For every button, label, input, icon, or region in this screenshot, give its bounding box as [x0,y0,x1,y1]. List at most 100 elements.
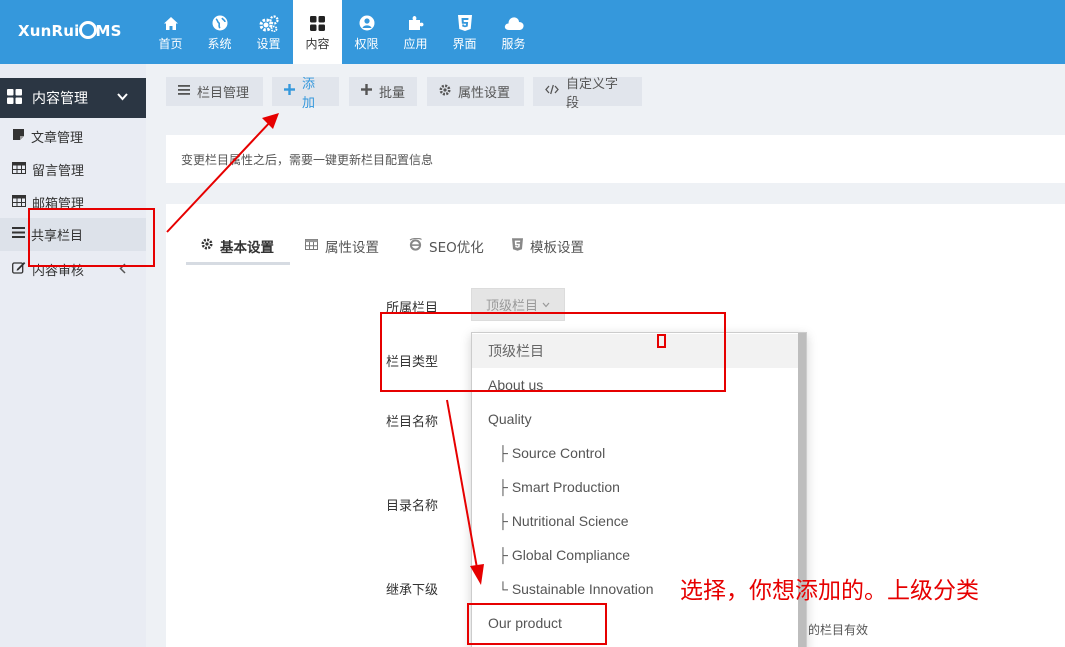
chevron-down-icon [117,90,128,105]
sidebar-item-label: 共享栏目 [31,229,84,244]
option-label: Quality [488,411,532,427]
category-type-label: 栏目类型 [386,355,439,370]
tab-template-settings[interactable]: 模板设置 [512,226,584,266]
category-name-label: 栏目名称 [386,415,439,430]
nav-label: 设置 [256,37,281,51]
tree-prefix: ├ [498,479,512,495]
option-label: Source Control [511,445,606,461]
sidebar-section-content-manage[interactable]: 内容管理 [0,78,146,118]
dropdown-option[interactable]: Quality [472,402,800,436]
annotation-text: 选择，你想添加的。上级分类 [680,578,979,604]
puzzle-icon [391,13,440,33]
notice-text: 变更栏目属性之后，需要一键更新栏目配置信息 [181,152,434,167]
sidebar-item-label: 留言管理 [32,164,85,179]
grid-icon [7,89,22,107]
table-icon [305,238,318,254]
nav-label: 系统 [207,37,232,51]
button-label: 批量 [379,86,406,101]
option-label: Smart Production [511,479,620,495]
tab-label: 基本设置 [220,240,274,256]
chevron-left-icon [119,263,126,278]
user-icon [342,13,391,33]
dropdown-option[interactable]: ├ Source Control [472,436,800,470]
custom-fields-button[interactable]: 自定义字段 [533,77,642,111]
tree-prefix: ├ [498,445,512,461]
tree-prefix: ├ [498,547,512,563]
dropdown-option[interactable]: 顶级栏目 [472,334,800,368]
top-nav-bar: XunRui MS 首页 系统 设置 内容 权限 应用 界面 服务 [0,0,1065,64]
nav-item-content[interactable]: 内容 [293,0,342,64]
sidebar-item-articles[interactable]: 文章管理 [0,120,146,153]
html5-icon [512,237,523,255]
nav-label: 内容 [305,37,330,51]
globe-icon [195,13,244,33]
parent-category-select[interactable]: 顶级栏目 [471,288,565,321]
tab-label: 属性设置 [325,240,379,256]
active-tab-indicator [186,262,290,265]
nav-item-permissions[interactable]: 权限 [342,0,391,64]
sidebar-item-label: 文章管理 [31,131,84,146]
select-value: 顶级栏目 [485,299,538,314]
plus-icon [361,84,372,99]
option-label: Nutritional Science [511,513,629,529]
list-icon [178,84,190,99]
cogs-icon [244,13,293,33]
category-manage-button[interactable]: 栏目管理 [166,77,263,106]
tab-attribute-settings[interactable]: 属性设置 [305,226,379,266]
inherit-children-label: 继承下级 [386,583,439,598]
dropdown-option[interactable]: About us [472,368,800,402]
nav-label: 权限 [354,37,379,51]
tree-prefix: ├ [498,513,512,529]
dropdown-option[interactable]: Our product [472,606,800,640]
nav-item-apps[interactable]: 应用 [391,0,440,64]
nav-item-interface[interactable]: 界面 [440,0,489,64]
option-label: Global Compliance [511,547,631,563]
edit-icon [12,261,26,278]
nav-item-settings[interactable]: 设置 [244,0,293,64]
cloud-icon [489,13,538,33]
home-icon [146,13,195,33]
dropdown-option[interactable]: ├ Nutritional Science [472,504,800,538]
nav-item-home[interactable]: 首页 [146,0,195,64]
option-label: Sustainable Innovation [511,581,654,597]
app-logo[interactable]: XunRui MS [18,21,122,40]
sidebar-item-mailbox[interactable]: 邮箱管理 [0,186,146,219]
tab-seo[interactable]: SEO优化 [409,226,484,266]
button-label: 自定义字段 [566,76,619,111]
tab-label: 模板设置 [530,240,584,256]
button-label: 栏目管理 [197,86,250,101]
directory-name-label: 目录名称 [386,499,439,514]
dropdown-option[interactable]: ├ Global Compliance [472,538,800,572]
sidebar-item-shared-categories[interactable]: 共享栏目 [0,218,146,251]
attribute-settings-button[interactable]: 属性设置 [427,77,524,106]
sidebar-item-messages[interactable]: 留言管理 [0,153,146,186]
button-label: 属性设置 [458,86,511,101]
dropdown-option[interactable]: ├ Smart Production [472,470,800,504]
grid-icon [293,13,342,33]
table-icon [12,161,26,178]
tree-prefix: └ [498,581,512,597]
option-label: Our product [488,615,562,631]
plus-icon [284,84,295,99]
batch-button[interactable]: 批量 [349,77,417,106]
note-icon [12,128,25,145]
parent-category-label: 所属栏目 [386,301,439,316]
inherit-hint-text: 的栏目有效 [808,623,869,637]
gear-icon [439,84,451,100]
code-icon [545,84,559,99]
sidebar-item-label: 邮箱管理 [32,197,85,212]
sidebar-item-label: 内容审核 [32,264,85,279]
tab-basic-settings[interactable]: 基本设置 [201,226,274,266]
nav-label: 服务 [501,37,526,51]
add-button[interactable]: 添加 [272,77,339,111]
nav-item-system[interactable]: 系统 [195,0,244,64]
button-label: 添加 [302,76,316,111]
option-label: About us [488,377,544,393]
sidebar-item-content-review[interactable]: 内容审核 [0,253,146,286]
ie-icon [409,237,422,255]
chevron-down-icon [542,297,550,312]
html5-icon [440,13,489,33]
list-icon [12,227,25,242]
nav-item-services[interactable]: 服务 [489,0,538,64]
tab-label: SEO优化 [429,240,484,256]
